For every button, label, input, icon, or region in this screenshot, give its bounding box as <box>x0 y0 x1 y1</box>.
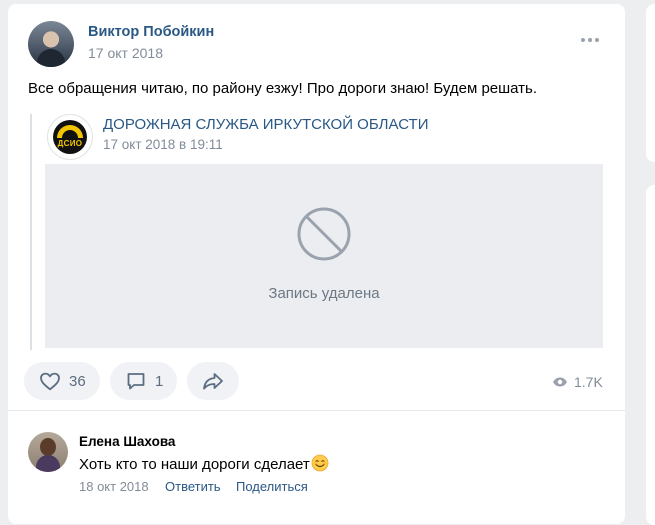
deleted-post-text: Запись удалена <box>268 285 380 302</box>
eye-icon <box>553 377 567 387</box>
views-counter: 1.7K <box>552 374 603 390</box>
repost-divider <box>30 114 32 350</box>
comment-icon <box>127 373 145 390</box>
share-button[interactable] <box>187 362 239 400</box>
like-count: 36 <box>69 372 86 390</box>
post-text: Все обращения читаю, по району езжу! Про… <box>28 80 538 97</box>
repost-date[interactable]: 17 окт 2018 в 19:11 <box>103 137 223 152</box>
side-widget-top <box>646 4 655 162</box>
post-date[interactable]: 17 окт 2018 <box>88 45 163 61</box>
comment-text-content: Хоть кто то наши дороги сделает <box>79 456 310 473</box>
share-arrow-icon <box>203 373 223 390</box>
comment-text: Хоть кто то наши дороги сделает <box>79 454 329 473</box>
author-name[interactable]: Виктор Побойкин <box>88 24 214 40</box>
like-button[interactable]: 36 <box>24 362 100 400</box>
commenter-name[interactable]: Елена Шахова <box>79 434 175 449</box>
side-widget-bottom <box>646 185 655 525</box>
views-count: 1.7K <box>574 374 603 390</box>
share-comment-link[interactable]: Поделиться <box>236 479 308 494</box>
author-avatar[interactable] <box>28 21 74 67</box>
comment-date[interactable]: 18 окт 2018 <box>79 479 149 494</box>
heart-icon <box>40 372 60 391</box>
commenter-avatar[interactable] <box>28 432 68 472</box>
deleted-post-placeholder: Запись удалена <box>45 164 603 348</box>
group-logo-text: ДСИО <box>57 139 83 148</box>
comments-divider <box>8 410 625 411</box>
comment-count: 1 <box>155 372 164 390</box>
more-options-icon[interactable] <box>575 32 605 48</box>
block-icon <box>297 207 351 261</box>
comment-button[interactable]: 1 <box>110 362 177 400</box>
smile-emoji-icon <box>311 454 329 472</box>
reply-link[interactable]: Ответить <box>165 479 221 494</box>
repost-group-name[interactable]: ДОРОЖНАЯ СЛУЖБА ИРКУТСКОЙ ОБЛАСТИ <box>103 116 428 133</box>
group-logo[interactable]: ДСИО <box>47 114 93 160</box>
wall-post: Виктор Побойкин 17 окт 2018 Все обращени… <box>8 4 625 524</box>
